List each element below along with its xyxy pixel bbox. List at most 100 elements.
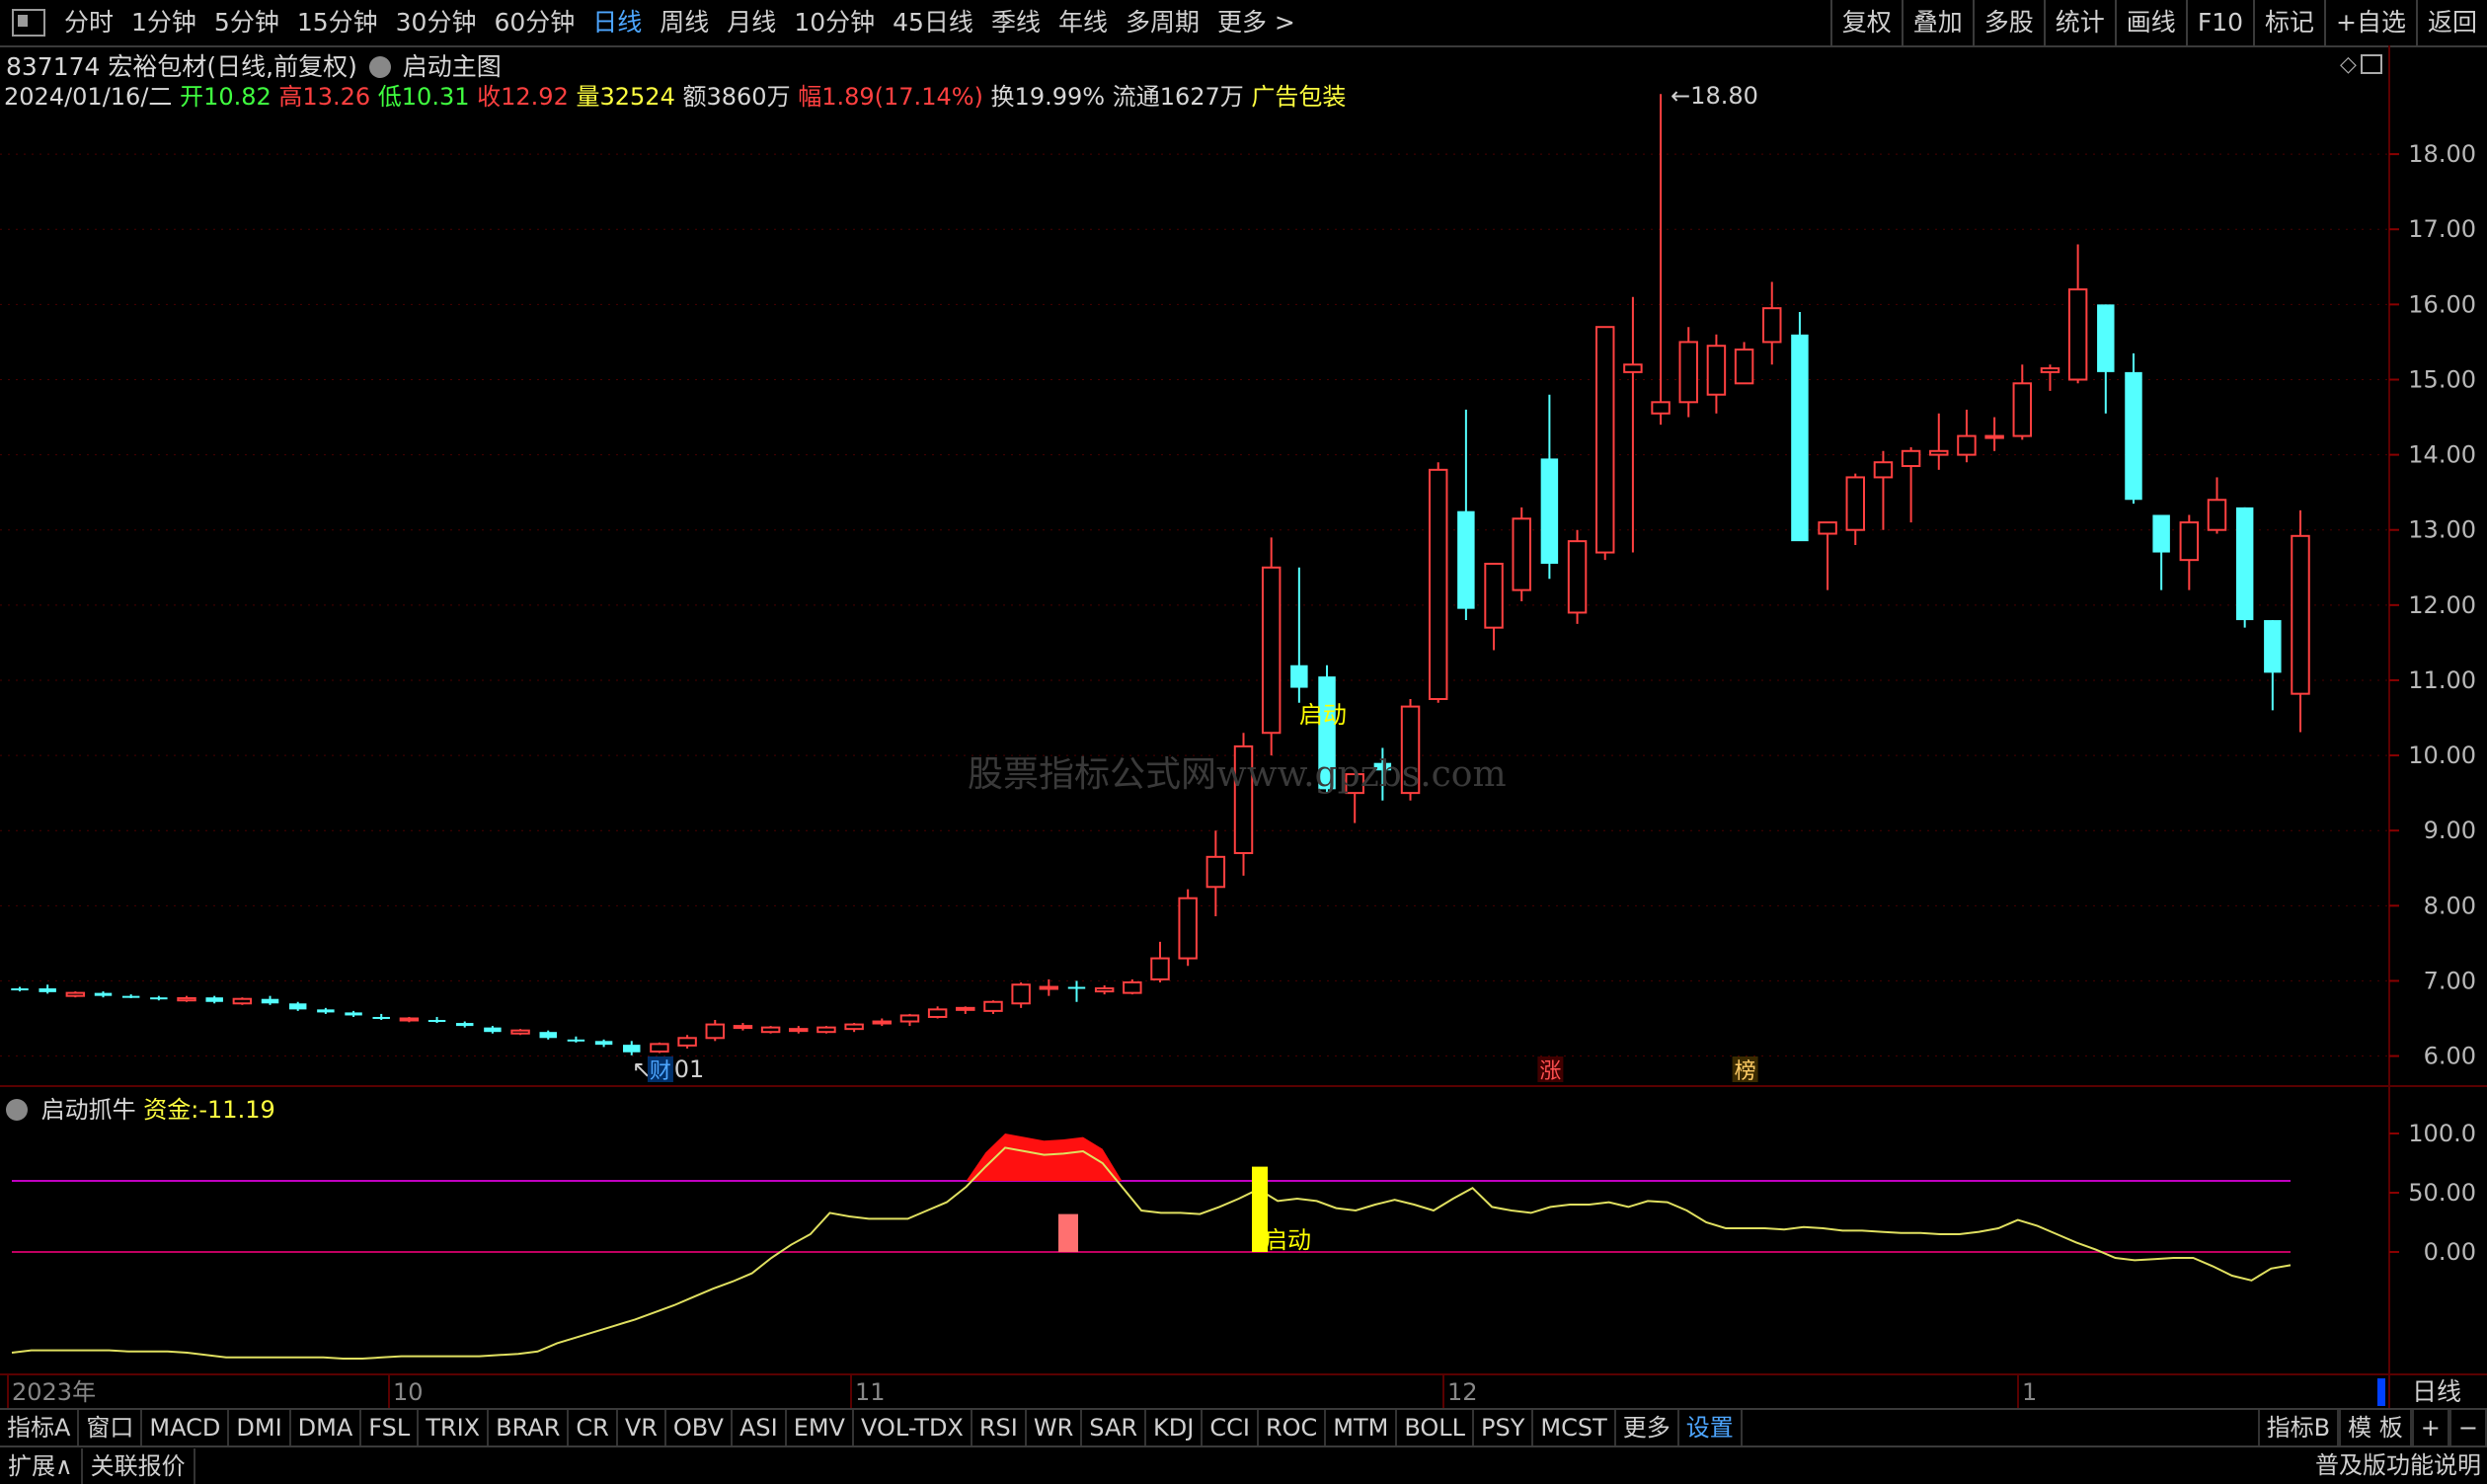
period-tab[interactable]: 周线 bbox=[651, 0, 718, 45]
candle-body bbox=[1428, 468, 1448, 700]
indicator-tab[interactable]: PSY bbox=[1474, 1410, 1534, 1445]
candle-body bbox=[1205, 855, 1226, 889]
indicator-tab[interactable]: MCST bbox=[1533, 1410, 1616, 1445]
candle-body bbox=[1623, 363, 1643, 373]
indicator-tab[interactable]: TRIX bbox=[419, 1410, 490, 1445]
indicator-tab[interactable]: VR bbox=[618, 1410, 666, 1445]
price-tick-label: 9.00 bbox=[2424, 817, 2476, 844]
indicator-tab[interactable]: VOL-TDX bbox=[854, 1410, 972, 1445]
candle-body bbox=[261, 998, 279, 1004]
period-tab[interactable]: 分时 bbox=[55, 0, 122, 45]
window-toggle-icon[interactable] bbox=[12, 9, 45, 37]
toolbar-button[interactable]: 标记 bbox=[2253, 0, 2324, 45]
candle-body bbox=[1762, 307, 1782, 344]
edition-info[interactable]: 普及版功能说明 bbox=[2315, 1447, 2481, 1483]
price-tick-label: 7.00 bbox=[2424, 967, 2476, 994]
marker-label: 财 bbox=[650, 1059, 671, 1084]
toolbar-button[interactable]: F10 bbox=[2185, 0, 2253, 45]
price-tick-label: 12.00 bbox=[2408, 591, 2476, 619]
candle-body bbox=[872, 1020, 893, 1025]
period-tab[interactable]: 60分钟 bbox=[485, 0, 583, 45]
indicator-tab[interactable]: BOLL bbox=[1397, 1410, 1475, 1445]
candle-body bbox=[705, 1023, 726, 1040]
candle-body bbox=[1706, 345, 1727, 396]
candle-body bbox=[288, 1003, 307, 1010]
indicator-tab[interactable]: MACD bbox=[142, 1410, 230, 1445]
candle-body bbox=[1957, 434, 1977, 456]
period-tab[interactable]: 15分钟 bbox=[288, 0, 387, 45]
watermark: 股票指标公式网www.gpzbs.com bbox=[968, 754, 1507, 795]
candle-body bbox=[2152, 514, 2170, 553]
indicator-tab[interactable]: ASI bbox=[733, 1410, 787, 1445]
subchart-toggle-icon[interactable] bbox=[6, 1099, 28, 1121]
candle-body bbox=[760, 1026, 781, 1034]
candle-body bbox=[1651, 401, 1671, 415]
period-tab[interactable]: 日线 bbox=[583, 0, 651, 45]
period-tab[interactable]: 多周期 bbox=[1117, 0, 1208, 45]
toolbar-button[interactable]: 画线 bbox=[2114, 0, 2186, 45]
candle-body bbox=[1791, 334, 1809, 542]
period-tab[interactable]: 更多 > bbox=[1208, 0, 1304, 45]
indicator-tab[interactable]: WR bbox=[1027, 1410, 1083, 1445]
indicator-tab[interactable]: EMV bbox=[787, 1410, 854, 1445]
indicator-tab[interactable]: CR bbox=[569, 1410, 618, 1445]
bottom-right-button[interactable]: − bbox=[2448, 1410, 2487, 1445]
toolbar-button[interactable]: 复权 bbox=[1829, 0, 1902, 45]
candle-body bbox=[2179, 521, 2200, 562]
indicator-tab[interactable]: 更多 bbox=[1616, 1410, 1679, 1445]
indicator-tab[interactable]: BRAR bbox=[489, 1410, 570, 1445]
candle-body bbox=[1873, 461, 1894, 479]
indicator-tab[interactable]: 指标A bbox=[0, 1410, 80, 1445]
bottom-right-button[interactable]: 指标B bbox=[2257, 1410, 2340, 1445]
toolbar-right-buttons: 复权 叠加 多股 统计 画线 F10 标记 +自选 返回 bbox=[1829, 0, 2487, 45]
price-tick-label: 15.00 bbox=[2408, 365, 2476, 393]
indicator-tab[interactable]: RSI bbox=[972, 1410, 1027, 1445]
indicator-tab[interactable]: SAR bbox=[1082, 1410, 1147, 1445]
indicator-tab[interactable]: ROC bbox=[1259, 1410, 1327, 1445]
period-tab[interactable]: 1分钟 bbox=[122, 0, 205, 45]
period-tab[interactable]: 30分钟 bbox=[387, 0, 486, 45]
candle-body bbox=[1067, 986, 1086, 989]
candle-body bbox=[205, 997, 223, 1002]
period-tab[interactable]: 年线 bbox=[1049, 0, 1117, 45]
kline-chart[interactable]: 18.0017.0016.0015.0014.0013.0012.0011.00… bbox=[0, 45, 2487, 1408]
period-tab[interactable]: 45日线 bbox=[884, 0, 982, 45]
indicator-tab[interactable]: 窗口 bbox=[79, 1410, 143, 1445]
period-tab[interactable]: 月线 bbox=[718, 0, 785, 45]
expand-button[interactable]: 扩展∧ bbox=[0, 1447, 83, 1484]
toolbar-button[interactable]: 统计 bbox=[2043, 0, 2115, 45]
indicator-tab[interactable]: FSL bbox=[361, 1410, 420, 1445]
marker-label: 涨 bbox=[1539, 1059, 1561, 1084]
indicator-tab[interactable]: KDJ bbox=[1146, 1410, 1204, 1445]
toolbar-button[interactable]: 多股 bbox=[1972, 0, 2044, 45]
scroll-marker bbox=[2377, 1378, 2385, 1406]
period-tab[interactable]: 季线 bbox=[982, 0, 1049, 45]
indicator-tab[interactable]: DMI bbox=[229, 1410, 291, 1445]
period-tab[interactable]: 10分钟 bbox=[785, 0, 884, 45]
toolbar-button[interactable]: 叠加 bbox=[1901, 0, 1973, 45]
candle-body bbox=[816, 1026, 836, 1034]
candle-body bbox=[650, 1043, 669, 1053]
candle-body bbox=[2097, 304, 2115, 372]
bottom-right-button[interactable]: + bbox=[2411, 1410, 2449, 1445]
candle-body bbox=[1818, 521, 1837, 535]
signal-label-main: 启动 bbox=[1299, 701, 1347, 729]
candle-body bbox=[983, 1000, 1003, 1012]
period-tab[interactable]: 5分钟 bbox=[205, 0, 288, 45]
status-bar: 扩展∧ 关联报价 普及版功能说明 bbox=[0, 1445, 2487, 1484]
candle-body bbox=[1150, 957, 1170, 980]
related-quote-button[interactable]: 关联报价 bbox=[83, 1447, 195, 1484]
indicator-tab[interactable]: DMA bbox=[291, 1410, 362, 1445]
indicator-tab[interactable]: OBV bbox=[666, 1410, 733, 1445]
bottom-right-button[interactable]: 模 板 bbox=[2339, 1410, 2412, 1445]
indicator-tab[interactable]: MTM bbox=[1326, 1410, 1398, 1445]
candle-body bbox=[1011, 983, 1031, 1005]
indicator-tab[interactable]: 设置 bbox=[1679, 1410, 1743, 1445]
candle-body bbox=[733, 1025, 753, 1030]
signal-label-sub: 启动 bbox=[1264, 1226, 1311, 1254]
price-tick-label: 10.00 bbox=[2408, 742, 2476, 769]
candle-body bbox=[94, 992, 113, 996]
toolbar-button[interactable]: +自选 bbox=[2324, 0, 2416, 45]
indicator-tab[interactable]: CCI bbox=[1203, 1410, 1259, 1445]
toolbar-button[interactable]: 返回 bbox=[2415, 0, 2487, 45]
